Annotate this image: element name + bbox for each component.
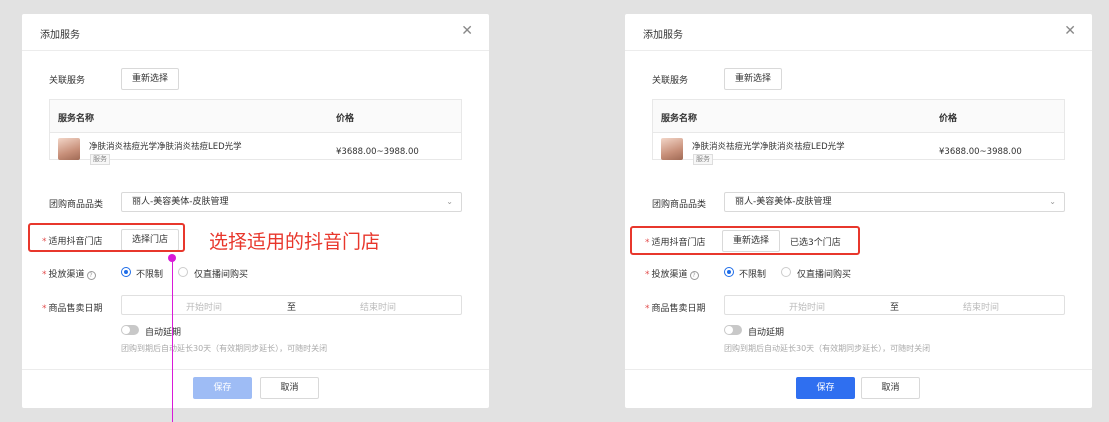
add-service-dialog-right: 添加服务 ✕ 关联服务 重新选择 服务名称 价格 净肤消炎祛痘光学净肤消炎祛痘L… bbox=[625, 14, 1092, 408]
col-price: 价格 bbox=[336, 114, 355, 124]
channel-radio-unlimited[interactable] bbox=[724, 267, 734, 277]
date-end[interactable]: 结束时间 bbox=[963, 300, 999, 313]
table-row: 净肤消炎祛痘光学净肤消炎祛痘LED光学 服务 ¥3688.00~3988.00 bbox=[50, 133, 461, 165]
category-select[interactable]: 丽人-美容美体-皮肤管理 ⌄ bbox=[724, 192, 1065, 212]
chevron-down-icon: ⌄ bbox=[446, 197, 453, 206]
chevron-down-icon: ⌄ bbox=[1049, 197, 1056, 206]
assoc-service-label: 关联服务 bbox=[49, 76, 86, 86]
close-icon[interactable]: ✕ bbox=[461, 24, 473, 38]
table-row: 净肤消炎祛痘光学净肤消炎祛痘LED光学 服务 ¥3688.00~3988.00 bbox=[653, 133, 1064, 165]
highlight-box-left bbox=[28, 223, 185, 252]
save-button[interactable]: 保存 bbox=[193, 377, 252, 399]
auto-extend-switch[interactable] bbox=[724, 325, 742, 335]
channel-radio-live-only[interactable] bbox=[178, 267, 188, 277]
auto-extend-label: 自动延期 bbox=[748, 328, 785, 338]
channel-opt-unlimited: 不限制 bbox=[136, 270, 164, 280]
channel-opt-unlimited: 不限制 bbox=[739, 270, 767, 280]
category-value: 丽人-美容美体-皮肤管理 bbox=[735, 197, 832, 207]
service-tag: 服务 bbox=[90, 154, 110, 165]
table-header: 服务名称 价格 bbox=[653, 100, 1064, 133]
divider bbox=[625, 50, 1092, 51]
auto-extend-hint: 团购到期后自动延长30天（有效期同步延长），可随时关闭 bbox=[121, 344, 328, 353]
cancel-button[interactable]: 取消 bbox=[260, 377, 319, 399]
divider bbox=[22, 369, 489, 370]
divider bbox=[625, 369, 1092, 370]
divider bbox=[22, 50, 489, 51]
close-icon[interactable]: ✕ bbox=[1064, 24, 1076, 38]
dialog-title: 添加服务 bbox=[40, 30, 80, 41]
channel-radio-live-only[interactable] bbox=[781, 267, 791, 277]
assoc-service-label: 关联服务 bbox=[652, 76, 689, 86]
sale-date-label: * 商品售卖日期 bbox=[645, 304, 706, 314]
channel-radio-unlimited[interactable] bbox=[121, 267, 131, 277]
service-table: 服务名称 价格 净肤消炎祛痘光学净肤消炎祛痘LED光学 服务 ¥3688.00~… bbox=[652, 99, 1065, 165]
service-table: 服务名称 价格 净肤消炎祛痘光学净肤消炎祛痘LED光学 服务 ¥3688.00~… bbox=[49, 99, 462, 165]
sale-date-range[interactable]: 开始时间 至 结束时间 bbox=[724, 295, 1065, 315]
help-icon[interactable]: ? bbox=[689, 271, 699, 280]
col-service-name: 服务名称 bbox=[58, 114, 95, 124]
auto-extend-hint: 团购到期后自动延长30天（有效期同步延长），可随时关闭 bbox=[724, 344, 931, 353]
col-service-name: 服务名称 bbox=[661, 114, 698, 124]
date-start[interactable]: 开始时间 bbox=[789, 300, 825, 313]
highlight-box-right bbox=[630, 226, 860, 255]
channel-label: * 投放渠道? bbox=[645, 267, 699, 280]
save-button[interactable]: 保存 bbox=[796, 377, 855, 399]
date-start[interactable]: 开始时间 bbox=[186, 300, 222, 313]
date-separator: 至 bbox=[890, 303, 900, 313]
dialog-title: 添加服务 bbox=[643, 30, 683, 41]
pin-line bbox=[172, 258, 173, 422]
service-price: ¥3688.00~3988.00 bbox=[939, 147, 1022, 157]
date-separator: 至 bbox=[287, 303, 297, 313]
auto-extend-label: 自动延期 bbox=[145, 328, 182, 338]
service-name: 净肤消炎祛痘光学净肤消炎祛痘LED光学 bbox=[89, 142, 242, 152]
service-tag: 服务 bbox=[693, 154, 713, 165]
col-price: 价格 bbox=[939, 114, 958, 124]
reselect-service-button[interactable]: 重新选择 bbox=[724, 68, 782, 90]
cancel-button[interactable]: 取消 bbox=[861, 377, 920, 399]
service-name: 净肤消炎祛痘光学净肤消炎祛痘LED光学 bbox=[692, 142, 845, 152]
service-thumbnail bbox=[58, 138, 80, 160]
sale-date-label: * 商品售卖日期 bbox=[42, 304, 103, 314]
add-service-dialog-left: 添加服务 ✕ 关联服务 重新选择 服务名称 价格 净肤消炎祛痘光学净肤消炎祛痘L… bbox=[22, 14, 489, 408]
service-thumbnail bbox=[661, 138, 683, 160]
reselect-service-button[interactable]: 重新选择 bbox=[121, 68, 179, 90]
date-end[interactable]: 结束时间 bbox=[360, 300, 396, 313]
help-icon[interactable]: ? bbox=[86, 271, 96, 280]
channel-opt-live-only: 仅直播间购买 bbox=[797, 270, 852, 280]
table-header: 服务名称 价格 bbox=[50, 100, 461, 133]
category-value: 丽人-美容美体-皮肤管理 bbox=[132, 197, 229, 207]
channel-opt-live-only: 仅直播间购买 bbox=[194, 270, 249, 280]
category-label: 团购商品品类 bbox=[49, 200, 104, 210]
auto-extend-switch[interactable] bbox=[121, 325, 139, 335]
annotation-label: 选择适用的抖音门店 bbox=[209, 231, 381, 253]
category-select[interactable]: 丽人-美容美体-皮肤管理 ⌄ bbox=[121, 192, 462, 212]
service-price: ¥3688.00~3988.00 bbox=[336, 147, 419, 157]
category-label: 团购商品品类 bbox=[652, 200, 707, 210]
channel-label: * 投放渠道? bbox=[42, 267, 96, 280]
